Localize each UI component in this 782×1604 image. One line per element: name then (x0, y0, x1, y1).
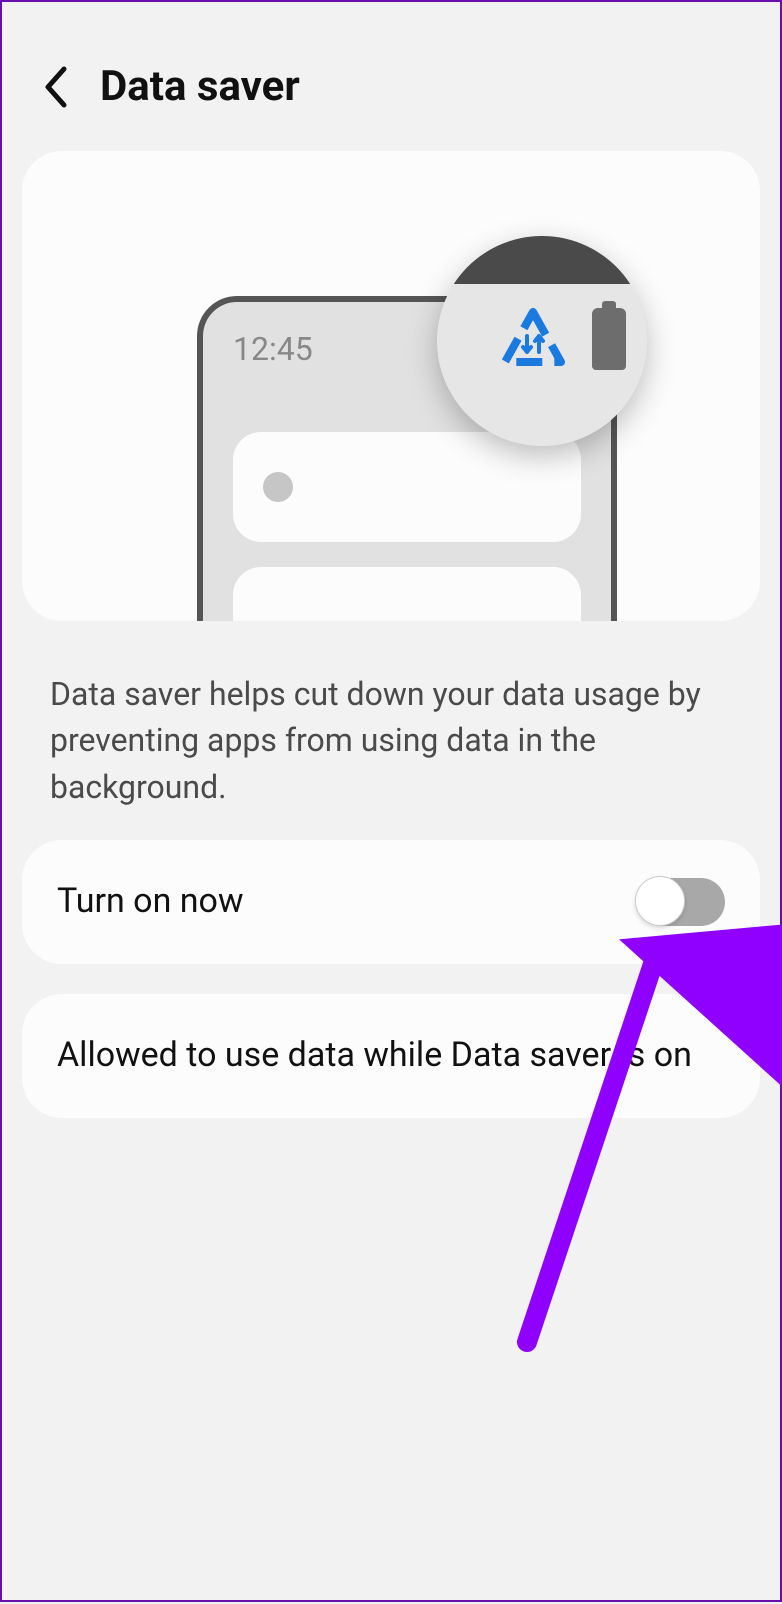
header-bar: Data saver (2, 2, 780, 151)
mock-dot (263, 472, 293, 502)
turn-on-now-row[interactable]: Turn on now (22, 840, 760, 964)
mock-row (233, 567, 581, 621)
allowed-apps-label: Allowed to use data while Data saver is … (57, 1032, 725, 1080)
turn-on-now-label: Turn on now (57, 878, 637, 926)
data-saver-triangle-icon (497, 308, 569, 376)
magnifier-circle (437, 236, 647, 446)
toggle-knob (635, 876, 685, 926)
mock-clock: 12:45 (233, 330, 313, 368)
illustration-card: 12:45 (22, 151, 760, 621)
page-title: Data saver (100, 62, 300, 111)
allowed-apps-row[interactable]: Allowed to use data while Data saver is … (22, 994, 760, 1118)
magnifier-top-bar (437, 236, 647, 284)
battery-icon (592, 308, 626, 370)
back-icon[interactable] (42, 65, 70, 109)
mock-row (233, 432, 581, 542)
description-text: Data saver helps cut down your data usag… (2, 621, 780, 840)
turn-on-now-toggle[interactable] (637, 878, 725, 926)
